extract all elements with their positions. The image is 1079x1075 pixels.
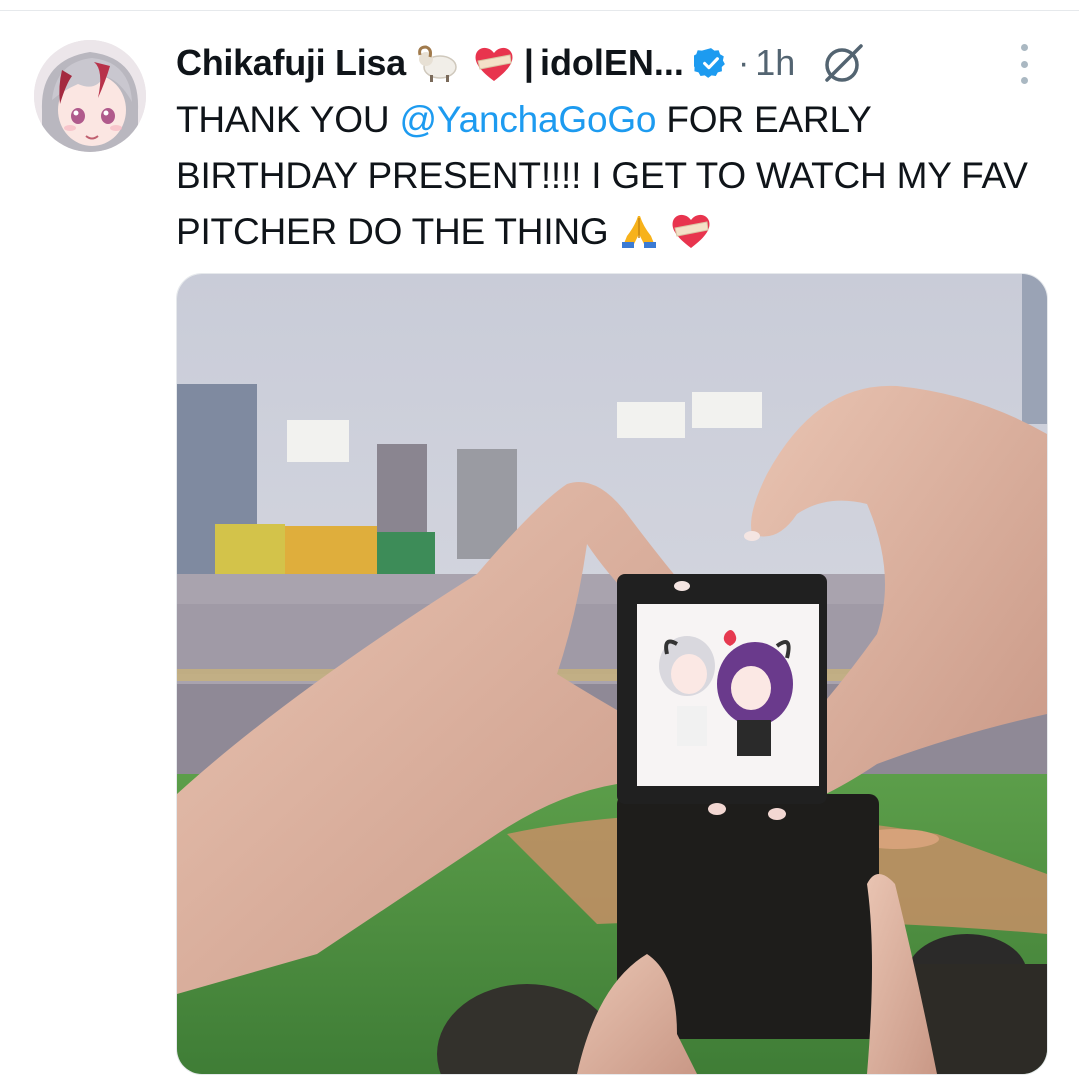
ram-emoji-icon [416, 43, 462, 83]
top-divider [0, 10, 1079, 11]
grok-icon[interactable] [821, 40, 867, 86]
heart-bandage-emoji-icon [669, 210, 713, 266]
avatar[interactable] [34, 40, 146, 152]
verified-badge-icon [693, 46, 728, 80]
meta-separator: · [737, 43, 750, 82]
tweet-text-part1: THANK YOU [176, 99, 400, 140]
mention-link[interactable]: @YanchaGoGo [399, 99, 656, 140]
author-name-suffix[interactable]: idolEN... [540, 42, 684, 84]
folded-hands-emoji-icon [619, 210, 659, 266]
timestamp[interactable]: 1h [755, 42, 795, 84]
tweet-photo[interactable] [176, 273, 1048, 1075]
more-options-icon[interactable] [1012, 44, 1036, 84]
tweet-header: Chikafuji Lisa | idolEN... · 1h [176, 38, 1046, 88]
heart-bandage-icon [472, 43, 516, 83]
author-display-name[interactable]: Chikafuji Lisa [176, 42, 406, 84]
name-separator: | [523, 42, 534, 83]
tweet-text: THANK YOU @YanchaGoGo FOR EARLY BIRTHDAY… [176, 92, 1036, 266]
